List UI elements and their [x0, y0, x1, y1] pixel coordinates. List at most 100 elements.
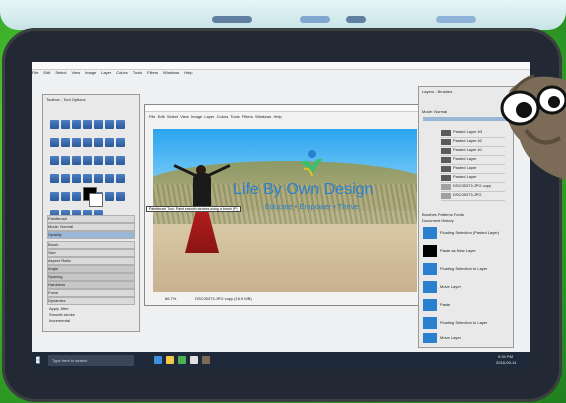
menu-item[interactable]: View — [71, 70, 80, 75]
tool-button[interactable] — [105, 192, 114, 201]
menu-item[interactable]: Select — [55, 70, 66, 75]
menu-item[interactable]: Image — [191, 114, 202, 119]
layer-row[interactable]: DSC05373.JPG copy — [441, 183, 505, 192]
tool-option[interactable]: Brush — [47, 241, 135, 249]
tool-button[interactable] — [72, 156, 81, 165]
tool-option: Paintbrush — [47, 215, 135, 223]
tool-button[interactable] — [105, 138, 114, 147]
tool-option[interactable]: Angle — [47, 265, 135, 273]
tool-option[interactable]: Dynamics — [47, 297, 135, 305]
menu-item[interactable]: Edit — [43, 70, 50, 75]
history-item[interactable]: Paste as New Layer — [423, 245, 509, 261]
menu-item[interactable]: Edit — [158, 114, 165, 119]
history-item[interactable]: Floating Selection (Pasted Layer) — [423, 227, 509, 243]
tool-button[interactable] — [94, 120, 103, 129]
tab-fonts[interactable]: Fonts — [454, 212, 464, 217]
tool-button[interactable] — [94, 138, 103, 147]
tool-button[interactable] — [83, 156, 92, 165]
checkbox-option[interactable]: Apply Jitter — [49, 306, 69, 311]
tool-option[interactable]: Opacity — [47, 231, 135, 239]
history-item[interactable]: Move Layer — [423, 333, 509, 349]
tool-button[interactable] — [116, 156, 125, 165]
taskbar-app-icon[interactable] — [154, 356, 162, 364]
tool-button[interactable] — [116, 174, 125, 183]
tool-button[interactable] — [61, 120, 70, 129]
tool-button[interactable] — [83, 120, 92, 129]
tool-button[interactable] — [105, 174, 114, 183]
menu-item[interactable]: Layer — [101, 70, 111, 75]
zoom-readout[interactable]: 66.7% — [165, 296, 176, 301]
menu-item[interactable]: Tools — [133, 70, 142, 75]
tool-button[interactable] — [50, 138, 59, 147]
taskbar-app-icon[interactable] — [190, 356, 198, 364]
taskbar-app-icon[interactable] — [166, 356, 174, 364]
woman-body — [193, 173, 211, 209]
tool-button[interactable] — [94, 156, 103, 165]
tab-document-history[interactable]: Document History — [422, 218, 454, 223]
tool-button[interactable] — [105, 120, 114, 129]
layer-thumb — [441, 166, 451, 172]
background-color-swatch[interactable] — [89, 193, 103, 207]
tool-option[interactable]: Aspect Ratio — [47, 257, 135, 265]
top-bar — [0, 0, 566, 30]
history-item[interactable]: Paste — [423, 299, 509, 315]
gimp-taskbar-icon[interactable] — [202, 356, 210, 364]
tool-option[interactable]: Mode: Normal — [47, 223, 135, 231]
tool-button[interactable] — [116, 120, 125, 129]
menu-item[interactable]: Layer — [204, 114, 214, 119]
menu-item[interactable]: Windows — [163, 70, 179, 75]
tool-button[interactable] — [105, 156, 114, 165]
menu-item[interactable]: Colors — [217, 114, 229, 119]
tool-button[interactable] — [94, 174, 103, 183]
tool-option[interactable]: Force — [47, 289, 135, 297]
tool-button[interactable] — [72, 192, 81, 201]
tool-button[interactable] — [116, 192, 125, 201]
menu-item[interactable]: Tools — [230, 114, 239, 119]
canvas-tagline-text: Educate • Empower • Thrive — [265, 202, 359, 211]
history-item[interactable]: Move Layer — [423, 281, 509, 297]
tool-button[interactable] — [61, 138, 70, 147]
tool-button[interactable] — [83, 174, 92, 183]
menu-item[interactable]: Colors — [116, 70, 128, 75]
menu-item[interactable]: Image — [85, 70, 96, 75]
taskbar: Type here to search 9:34 PM 2018-09-14 — [32, 352, 530, 369]
history-thumb — [423, 317, 437, 329]
tool-button[interactable] — [50, 156, 59, 165]
tool-button[interactable] — [50, 192, 59, 201]
menu-item[interactable]: Windows — [255, 114, 271, 119]
checkbox-option[interactable]: Smooth stroke — [49, 312, 75, 317]
windows-icon[interactable] — [36, 356, 40, 364]
top-pill — [346, 16, 366, 23]
menu-item[interactable]: File — [149, 114, 155, 119]
layer-row[interactable]: DSC05373.JPG — [441, 192, 505, 201]
tab-patterns[interactable]: Patterns — [438, 212, 453, 217]
history-item[interactable]: Floating Selection to Layer — [423, 317, 509, 333]
tool-button[interactable] — [50, 120, 59, 129]
tool-button[interactable] — [83, 138, 92, 147]
menu-item[interactable]: File — [32, 70, 38, 75]
history-item[interactable]: Floating Selection to Layer — [423, 263, 509, 279]
tool-option[interactable]: Spacing — [47, 273, 135, 281]
tool-button[interactable] — [61, 192, 70, 201]
tab-brushes[interactable]: Brushes — [422, 212, 437, 217]
checkbox-option[interactable]: Incremental — [49, 318, 70, 323]
tool-button[interactable] — [72, 138, 81, 147]
tool-button[interactable] — [72, 120, 81, 129]
layers-mode[interactable]: Mode: Normal — [422, 109, 447, 114]
tool-button[interactable] — [61, 156, 70, 165]
tool-option[interactable]: Hardness — [47, 281, 135, 289]
menu-item[interactable]: Filters — [242, 114, 253, 119]
menu-item[interactable]: Help — [274, 114, 282, 119]
tool-button[interactable] — [61, 174, 70, 183]
menu-item[interactable]: Help — [184, 70, 192, 75]
taskbar-search-box[interactable]: Type here to search — [48, 355, 134, 366]
tool-button[interactable] — [50, 174, 59, 183]
tool-button[interactable] — [116, 138, 125, 147]
menu-item[interactable]: View — [180, 114, 189, 119]
tool-button[interactable] — [72, 174, 81, 183]
menu-item[interactable]: Select — [167, 114, 178, 119]
tool-option[interactable]: Size — [47, 249, 135, 257]
menu-item[interactable]: Filters — [147, 70, 158, 75]
history-thumb — [423, 281, 437, 293]
taskbar-app-icon[interactable] — [178, 356, 186, 364]
